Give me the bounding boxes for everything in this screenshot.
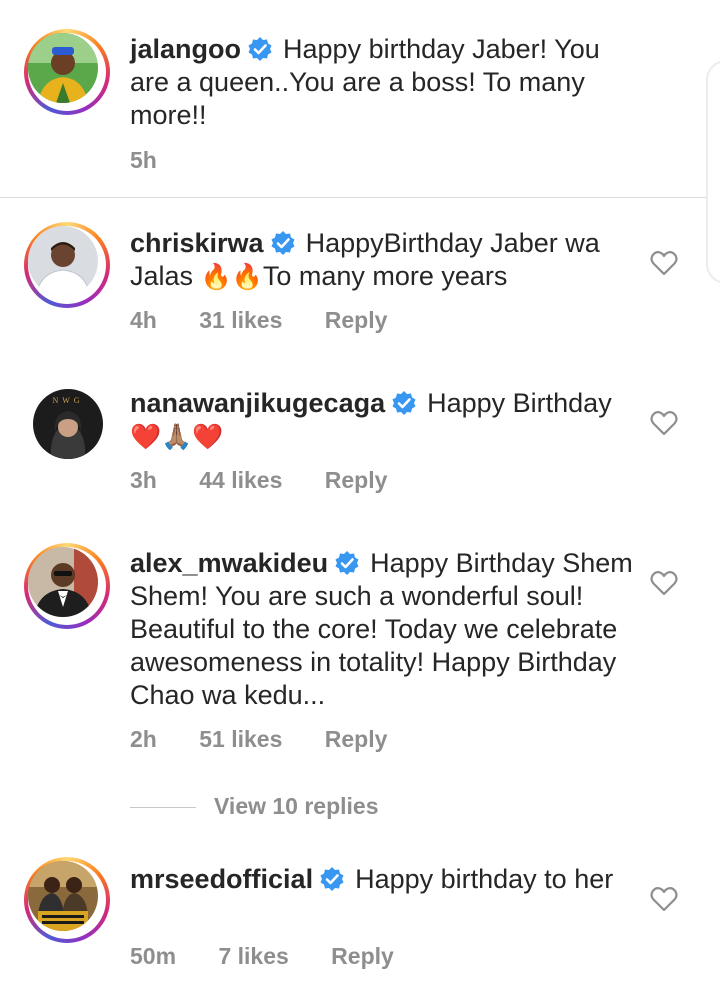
- reply-button[interactable]: Reply: [331, 943, 394, 969]
- verified-badge-icon: [319, 866, 345, 892]
- comment-username[interactable]: mrseedofficial: [130, 864, 313, 894]
- comment-username[interactable]: alex_mwakideu: [130, 548, 328, 578]
- avatar[interactable]: [24, 543, 110, 629]
- comment-meta: 50m 7 likes Reply: [130, 943, 430, 970]
- avatar[interactable]: [24, 29, 110, 115]
- comment-likes[interactable]: 31 likes: [199, 307, 282, 333]
- comment-username[interactable]: jalangoo: [130, 34, 241, 64]
- reply-button[interactable]: Reply: [325, 467, 388, 493]
- comment-text-continued: To many more years: [262, 261, 508, 291]
- comment-time: 3h: [130, 467, 157, 493]
- caption-divider: [0, 197, 720, 198]
- comment-likes[interactable]: 51 likes: [199, 726, 282, 752]
- view-replies-button[interactable]: View 10 replies: [130, 793, 530, 823]
- verified-badge-icon: [247, 36, 273, 62]
- comment-time: 2h: [130, 726, 157, 752]
- verified-badge-icon: [270, 230, 296, 256]
- comment-meta: 2h 51 likes Reply: [130, 726, 423, 753]
- verified-badge-icon: [334, 550, 360, 576]
- comment-meta: 3h 44 likes Reply: [130, 467, 423, 494]
- view-replies-label: View 10 replies: [214, 793, 379, 819]
- comment-username[interactable]: nanawanjikugecaga: [130, 388, 385, 418]
- avatar[interactable]: [24, 857, 110, 943]
- fire-emoji: 🔥🔥: [200, 263, 263, 291]
- reply-button[interactable]: Reply: [325, 726, 388, 752]
- reply-button[interactable]: Reply: [325, 307, 388, 333]
- avatar-logo-text: NWG: [52, 396, 83, 405]
- avatar[interactable]: NWG: [33, 389, 103, 459]
- comment-time: 4h: [130, 307, 157, 333]
- verified-badge-icon: [391, 390, 417, 416]
- comment-body: chriskirwa HappyBirthday Jaber wa Jalas 🔥…: [130, 227, 640, 294]
- edge-panel-handle[interactable]: [706, 60, 720, 284]
- heart-outline-icon[interactable]: [650, 250, 678, 276]
- heart-outline-icon[interactable]: [650, 410, 678, 436]
- heart-pray-emoji: ❤️🙏🏽❤️: [130, 423, 224, 451]
- heart-outline-icon[interactable]: [650, 886, 678, 912]
- comment-text: Happy birthday to her: [355, 864, 614, 894]
- avatar[interactable]: [24, 222, 110, 308]
- comments-page: jalangoo Happy birthday Jaber! You are a …: [0, 0, 720, 999]
- comment-meta: 4h 31 likes Reply: [130, 307, 423, 334]
- comment-body: jalangoo Happy birthday Jaber! You are a …: [130, 33, 640, 132]
- comment-text: Happy Birthday: [427, 388, 612, 418]
- comment-likes[interactable]: 44 likes: [199, 467, 282, 493]
- comment-body: alex_mwakideu Happy Birthday Shem Shem! Y…: [130, 547, 640, 712]
- comment-time: 50m: [130, 943, 177, 969]
- comment-username[interactable]: chriskirwa: [130, 228, 264, 258]
- comment-likes[interactable]: 7 likes: [218, 943, 288, 969]
- comment-time: 5h: [130, 147, 157, 173]
- replies-line: [130, 807, 196, 808]
- heart-outline-icon[interactable]: [650, 570, 678, 596]
- comment-body: mrseedofficial Happy birthday to her: [130, 863, 640, 896]
- comment-body: nanawanjikugecaga Happy Birthday ❤️🙏🏽❤️: [130, 387, 640, 454]
- comment-meta: 5h: [130, 147, 193, 174]
